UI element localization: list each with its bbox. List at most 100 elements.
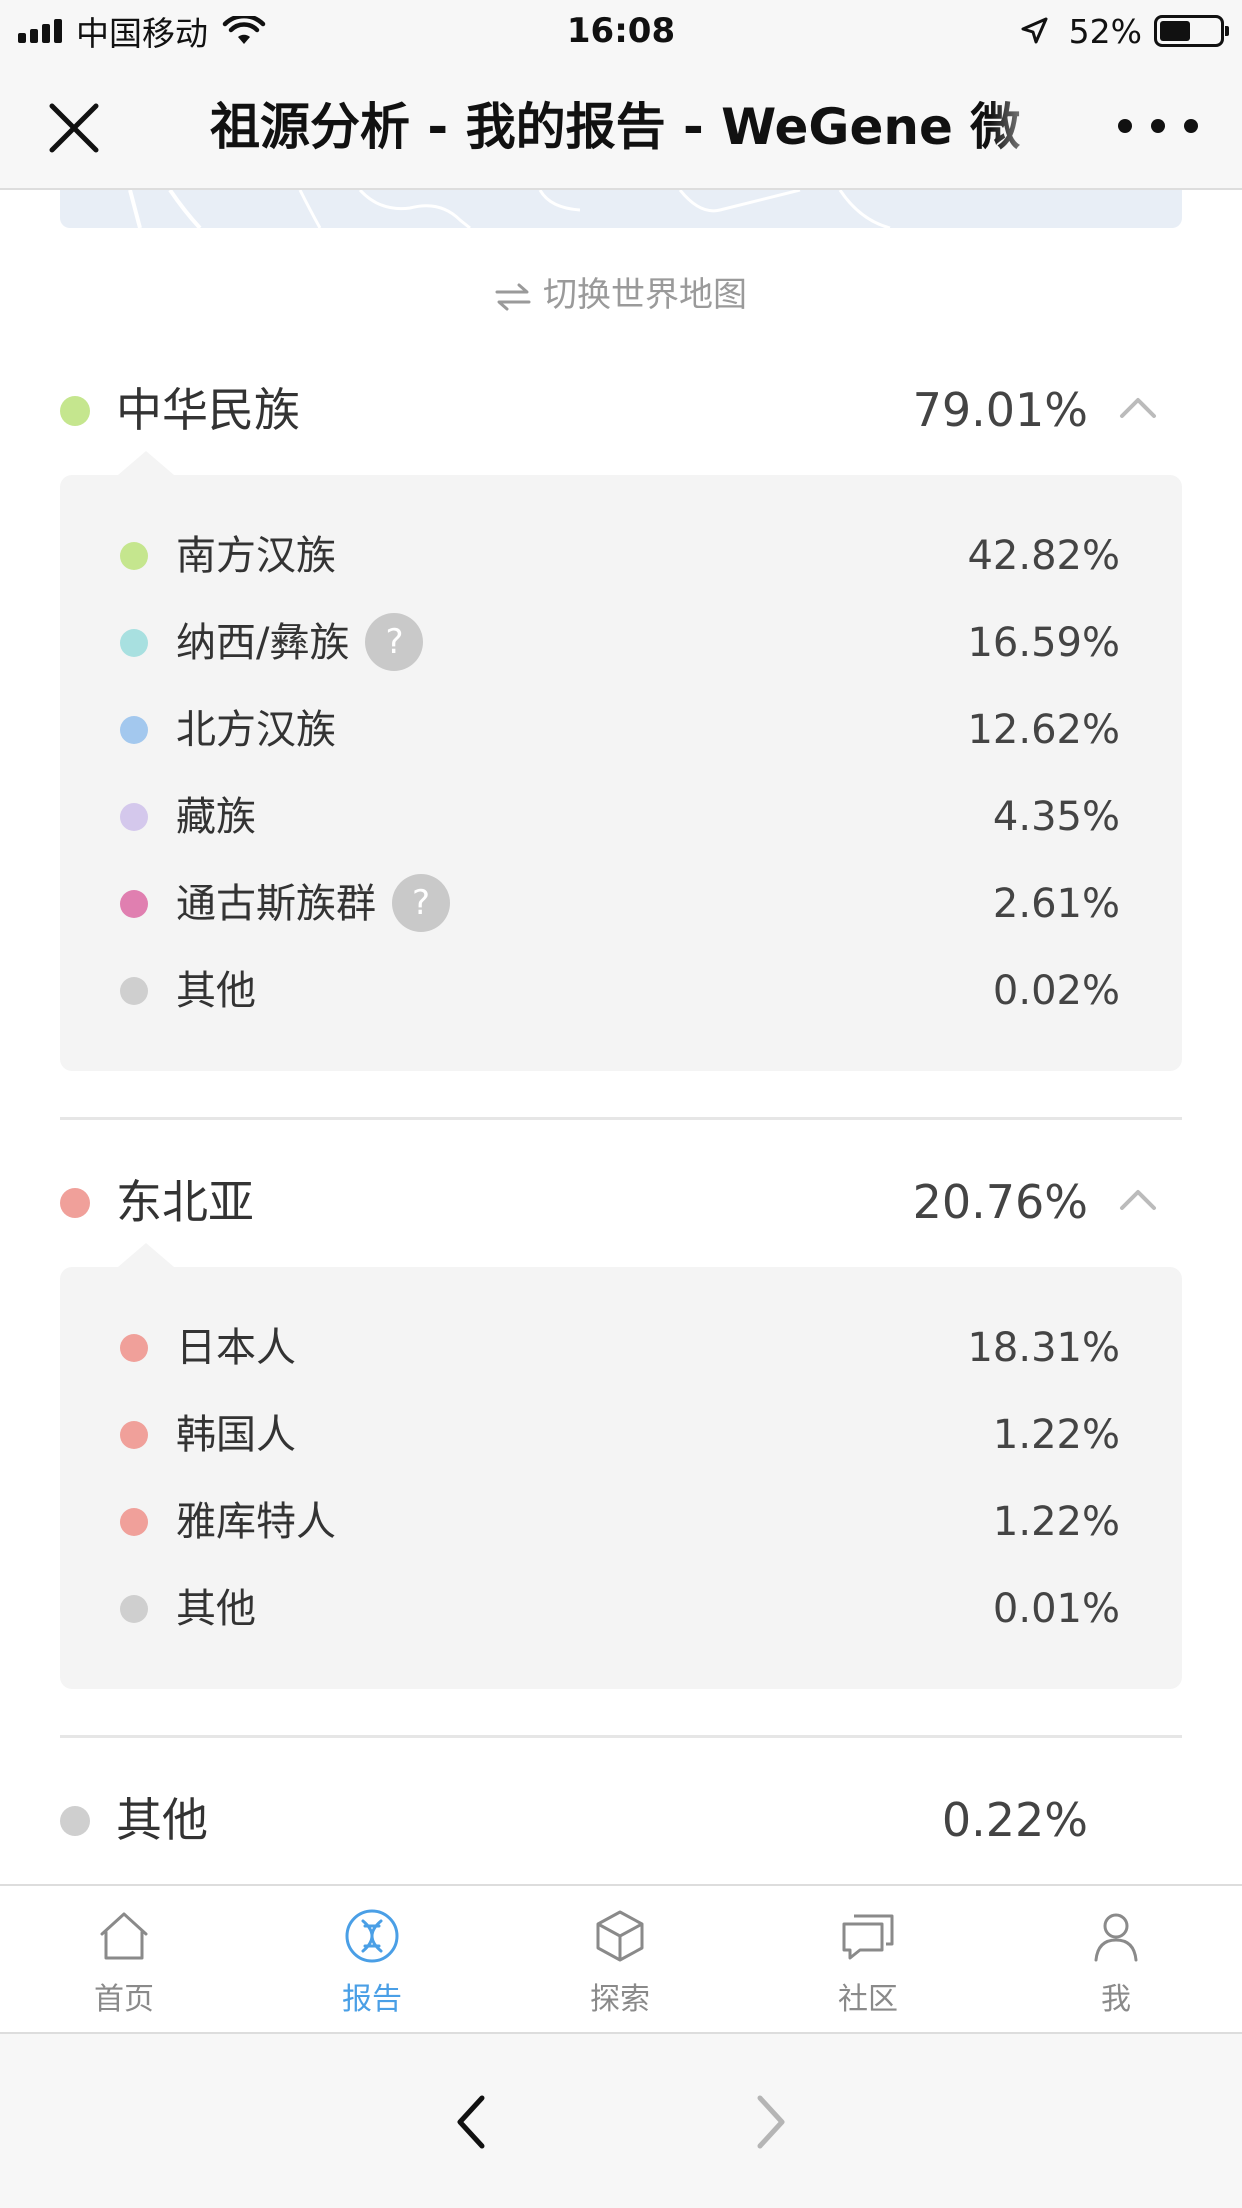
subgroup-color-dot	[120, 1595, 148, 1623]
dna-icon	[345, 1909, 399, 1963]
subgroup-percent: 0.02%	[992, 968, 1120, 1014]
status-bar: 中国移动 16:08 52%	[0, 0, 1242, 62]
tab-label: 探索	[590, 1982, 650, 2017]
close-icon[interactable]	[42, 96, 106, 160]
list-item: 北方汉族 12.62%	[60, 695, 1182, 765]
subgroup-percent: 18.31%	[967, 1325, 1120, 1371]
group-color-dot	[60, 1806, 90, 1836]
page-title: 祖源分析 - 我的报告 - WeGene 微	[210, 98, 1021, 156]
more-menu-icon[interactable]	[1118, 114, 1198, 138]
section-divider	[60, 1117, 1182, 1120]
subgroup-panel-chinese: 南方汉族 42.82% 纳西/彝族? 16.59% 北方汉族 12.62% 藏族…	[60, 451, 1182, 1071]
subgroup-name: 其他	[176, 1574, 256, 1644]
title-fade	[990, 92, 1060, 162]
world-map[interactable]	[60, 190, 1182, 228]
list-item: 韩国人 1.22%	[60, 1400, 1182, 1470]
status-right: 52%	[1019, 10, 1229, 52]
subgroup-percent: 4.35%	[992, 794, 1120, 840]
subgroup-color-dot	[120, 977, 148, 1005]
list-item: 雅库特人 1.22%	[60, 1487, 1182, 1557]
map-outline-graphic	[128, 190, 891, 228]
subgroup-percent: 42.82%	[967, 533, 1120, 579]
group-header-chinese[interactable]: 中华民族 79.01%	[60, 370, 1182, 450]
subgroup-name-text: 日本人	[176, 1325, 296, 1371]
panel-notch	[118, 1243, 174, 1267]
list-item: 南方汉族 42.82%	[60, 521, 1182, 591]
switch-world-map-label: 切换世界地图	[543, 275, 747, 315]
switch-world-map-button[interactable]: 切换世界地图	[0, 270, 1242, 320]
group-name: 中华民族	[116, 383, 300, 437]
subgroup-name-text: 藏族	[176, 794, 256, 840]
subgroup-percent: 12.62%	[967, 707, 1120, 753]
subgroup-name-text: 纳西/彝族	[176, 620, 350, 666]
group-name: 其他	[116, 1793, 208, 1847]
group-header-northeast-asia[interactable]: 东北亚 20.76%	[60, 1162, 1182, 1242]
tab-explore[interactable]: 探索	[496, 1886, 744, 2034]
back-arrow-icon[interactable]	[448, 2092, 498, 2152]
help-icon[interactable]: ?	[365, 613, 424, 671]
group-color-dot	[60, 396, 90, 426]
cube-icon	[596, 1910, 644, 1962]
subgroup-name-text: 通古斯族群	[176, 881, 376, 927]
list-item: 藏族 4.35%	[60, 782, 1182, 852]
tab-me[interactable]: 我	[992, 1886, 1240, 2034]
subgroup-name-text: 北方汉族	[176, 707, 336, 753]
group-percent: 79.01%	[912, 383, 1088, 437]
subgroup-name: 韩国人	[176, 1400, 296, 1470]
subgroup-color-dot	[120, 1334, 148, 1362]
subgroup-name: 南方汉族	[176, 521, 336, 591]
subgroup-name: 纳西/彝族?	[176, 608, 424, 678]
tab-report[interactable]: 报告	[248, 1886, 496, 2034]
tab-bar: 首页 报告 探索 社区 我	[0, 1884, 1242, 2032]
group-color-dot	[60, 1188, 90, 1218]
subgroup-percent: 1.22%	[992, 1499, 1120, 1545]
subgroup-panel-northeast-asia: 日本人 18.31% 韩国人 1.22% 雅库特人 1.22% 其他 0.01%	[60, 1243, 1182, 1689]
group-percent: 0.22%	[941, 1793, 1088, 1847]
subgroup-name-text: 雅库特人	[176, 1499, 336, 1545]
tab-label: 报告	[342, 1982, 402, 2017]
subgroup-name-text: 其他	[176, 968, 256, 1014]
tab-home[interactable]: 首页	[0, 1886, 248, 2034]
home-icon	[100, 1912, 148, 1960]
list-item: 纳西/彝族? 16.59%	[60, 608, 1182, 678]
subgroup-percent: 2.61%	[992, 881, 1120, 927]
subgroup-name: 其他	[176, 956, 256, 1026]
list-item: 通古斯族群? 2.61%	[60, 869, 1182, 939]
group-header-other[interactable]: 其他 0.22%	[60, 1780, 1182, 1860]
list-item: 日本人 18.31%	[60, 1313, 1182, 1383]
subgroup-color-dot	[120, 1421, 148, 1449]
group-name: 东北亚	[116, 1175, 254, 1229]
list-item: 其他 0.01%	[60, 1574, 1182, 1644]
subgroup-name: 北方汉族	[176, 695, 336, 765]
panel-notch	[118, 451, 174, 475]
subgroup-name: 藏族	[176, 782, 256, 852]
subgroup-color-dot	[120, 716, 148, 744]
subgroup-color-dot	[120, 1508, 148, 1536]
tab-community[interactable]: 社区	[744, 1886, 992, 2034]
subgroup-name: 日本人	[176, 1313, 296, 1383]
section-divider	[60, 1735, 1182, 1738]
subgroup-name-text: 南方汉族	[176, 533, 336, 579]
group-percent: 20.76%	[912, 1175, 1088, 1229]
chat-icon	[842, 1914, 894, 1960]
subgroup-percent: 0.01%	[992, 1586, 1120, 1632]
swap-arrows-icon	[495, 283, 531, 310]
subgroup-percent: 16.59%	[967, 620, 1120, 666]
battery-icon	[1154, 15, 1229, 47]
subgroup-name-text: 韩国人	[176, 1412, 296, 1458]
forward-arrow-icon[interactable]	[744, 2092, 794, 2152]
chevron-up-icon[interactable]	[1118, 1186, 1158, 1212]
nav-header: 祖源分析 - 我的报告 - WeGene 微	[0, 62, 1242, 190]
subgroup-name: 通古斯族群?	[176, 869, 450, 939]
subgroup-color-dot	[120, 542, 148, 570]
subgroup-color-dot	[120, 890, 148, 918]
tab-label: 首页	[94, 1982, 154, 2017]
subgroup-percent: 1.22%	[992, 1412, 1120, 1458]
subgroup-name: 雅库特人	[176, 1487, 336, 1557]
subgroup-color-dot	[120, 629, 148, 657]
help-icon[interactable]: ?	[392, 874, 450, 932]
battery-percent: 52%	[1068, 11, 1142, 51]
tab-label: 社区	[838, 1982, 898, 2017]
chevron-up-icon[interactable]	[1118, 394, 1158, 420]
list-item: 其他 0.02%	[60, 956, 1182, 1026]
